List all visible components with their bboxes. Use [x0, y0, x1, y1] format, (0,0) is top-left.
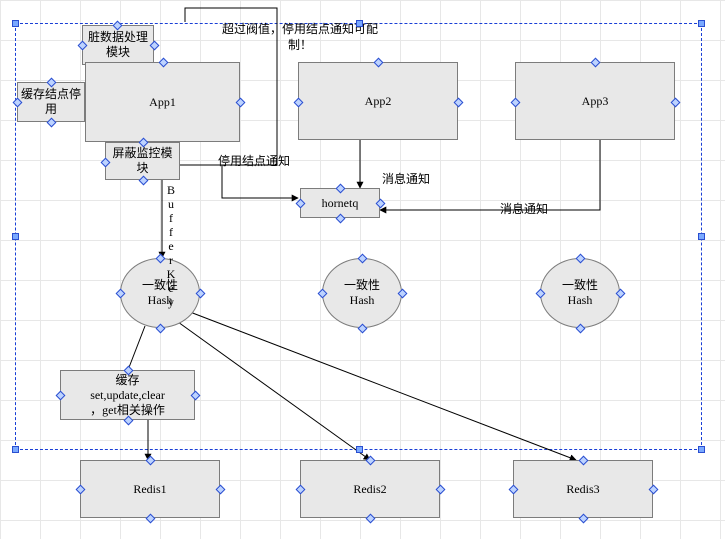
block-redis1[interactable]: Redis1: [80, 460, 220, 518]
block-hash1[interactable]: 一致性 Hash: [120, 258, 200, 328]
edge-label-msg-notify-2: 消息通知: [500, 200, 548, 217]
edge-label-disable-notify: 停用结点通知: [218, 152, 290, 169]
block-dirty-data[interactable]: 脏数据处理模块: [82, 25, 154, 65]
block-redis3[interactable]: Redis3: [513, 460, 653, 518]
block-redis2[interactable]: Redis2: [300, 460, 440, 518]
label: 脏数据处理模块: [85, 30, 151, 60]
handle-sw[interactable]: [12, 446, 19, 453]
block-cache-ops[interactable]: 缓存 set,update,clear ，get相关操作: [60, 370, 195, 420]
label: Redis1: [133, 482, 166, 497]
handle-ne[interactable]: [698, 20, 705, 27]
label-l1: 一致性: [344, 278, 380, 293]
block-disable-node[interactable]: 缓存结点停用: [17, 82, 85, 122]
handle-e[interactable]: [698, 233, 705, 240]
label: App2: [365, 94, 392, 109]
label: 屏蔽监控模块: [108, 146, 177, 176]
label-l1: 一致性: [562, 278, 598, 293]
block-app2[interactable]: App2: [298, 62, 458, 140]
handle-w[interactable]: [12, 233, 19, 240]
label: 缓存结点停用: [20, 87, 82, 117]
label: Redis2: [353, 482, 386, 497]
label: App1: [149, 95, 176, 110]
handle-se[interactable]: [698, 446, 705, 453]
block-app1[interactable]: App1: [85, 62, 240, 142]
label: hornetq: [322, 196, 359, 211]
block-app3[interactable]: App3: [515, 62, 675, 140]
block-hash3[interactable]: 一致性 Hash: [540, 258, 620, 328]
block-hash2[interactable]: 一致性 Hash: [322, 258, 402, 328]
diagram-canvas[interactable]: 超过阀值，停用结点通知可配制！ 脏数据处理模块 缓存结点停用 App1 屏蔽监控…: [0, 0, 725, 539]
label-l2: Hash: [568, 293, 593, 308]
label: Redis3: [566, 482, 599, 497]
label-l2: set,update,clear: [90, 388, 165, 403]
handle-nw[interactable]: [12, 20, 19, 27]
edge-label-bufferkey: BufferKey: [163, 183, 178, 309]
label: App3: [582, 94, 609, 109]
block-shield-monitor[interactable]: 屏蔽监控模块: [105, 142, 180, 180]
handle-s[interactable]: [356, 446, 363, 453]
edge-label-msg-notify-1: 消息通知: [382, 170, 430, 187]
label-l2: Hash: [350, 293, 375, 308]
handle-n[interactable]: [356, 20, 363, 27]
